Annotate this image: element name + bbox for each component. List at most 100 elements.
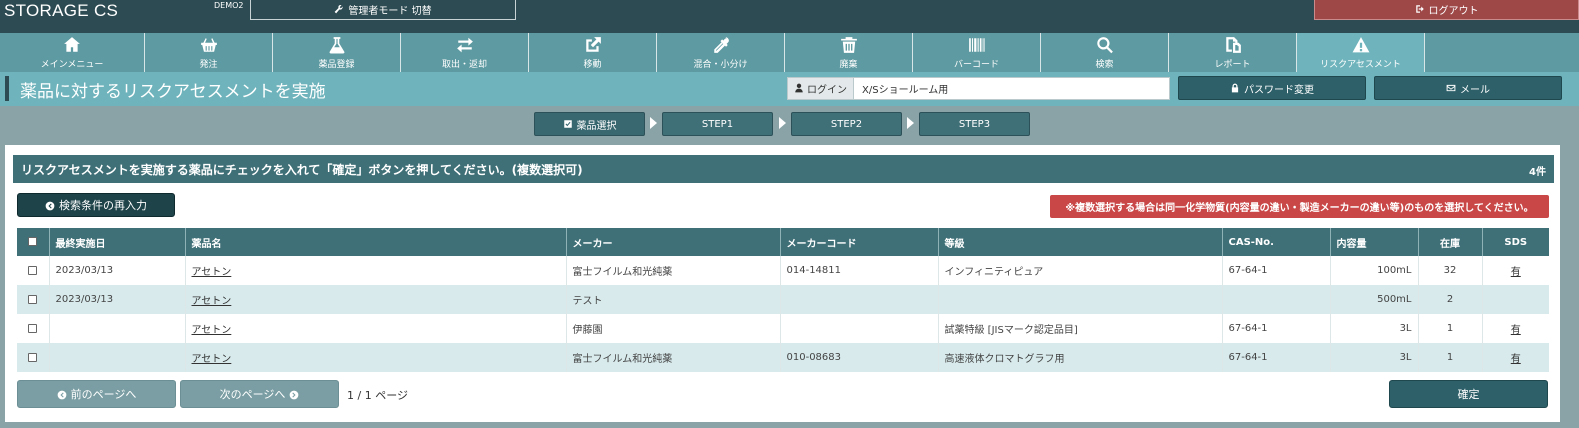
reenter-search-label: 検索条件の再入力 (59, 199, 147, 212)
cell-volume: 3L (1330, 343, 1419, 372)
col-volume[interactable]: 内容量 (1330, 228, 1419, 256)
login-user-value: X/Sショールーム用 (862, 85, 949, 96)
cell-cas (1222, 285, 1331, 314)
cell-cas: 67-64-1 (1222, 343, 1331, 372)
table-header-row: 最終実施日 薬品名 メーカー メーカーコード 等級 CAS-No. 内容量 在庫… (17, 228, 1549, 256)
sign-out-icon (1415, 4, 1425, 15)
cell-grade (938, 285, 1223, 314)
nav-label: レポート (1214, 60, 1251, 70)
nav-label: メインメニュー (40, 60, 104, 70)
login-info: ログイン X/Sショールーム用 (787, 77, 1170, 100)
admin-mode-button[interactable]: 管理者モード 切替 (250, 0, 516, 20)
step-1: STEP1 (662, 112, 773, 136)
wrench-icon (334, 4, 344, 15)
sds-link[interactable]: 有 (1511, 325, 1521, 336)
row-checkbox[interactable] (28, 323, 38, 333)
table-row: アセトン 伊藤園 試薬特級 [JISマーク認定品目] 67-64-1 3L 1 … (17, 314, 1549, 343)
chemical-name-link[interactable]: アセトン (192, 325, 232, 336)
nav-item-dispose[interactable]: 廃棄 (785, 33, 913, 72)
step-arrow-icon (779, 117, 786, 129)
chemical-name-link[interactable]: アセトン (192, 267, 232, 278)
result-count: 4件 (1529, 167, 1546, 178)
check-square-icon (563, 119, 573, 130)
demo-label: DEMO2 (214, 1, 244, 10)
step-chemical-select: 薬品選択 (534, 112, 645, 136)
cell-grade: 試薬特級 [JISマーク認定品目] (938, 314, 1223, 343)
table-row: 2023/03/13 アセトン テスト 500mL 2 (17, 285, 1549, 314)
row-checkbox[interactable] (28, 352, 38, 362)
main-panel: リスクアセスメントを実施する薬品にチェックを入れて「確定」ボタンを押してください… (5, 145, 1560, 422)
col-chemical-name[interactable]: 薬品名 (185, 228, 567, 256)
col-sds[interactable]: SDS (1482, 228, 1549, 256)
select-all-header (17, 228, 50, 256)
login-label: ログイン (788, 78, 854, 99)
nav-label: バーコード (953, 60, 999, 70)
nav-label: 移動 (583, 60, 602, 70)
chemical-name-link[interactable]: アセトン (192, 354, 232, 365)
page-indicator: 1 / 1 ページ (347, 389, 408, 402)
cell-date: 2023/03/13 (49, 285, 186, 314)
nav-item-report[interactable]: レポート (1169, 33, 1297, 72)
reenter-search-button[interactable]: 検索条件の再入力 (17, 193, 175, 217)
step-arrow-icon (650, 117, 657, 129)
select-all-checkbox[interactable] (28, 237, 38, 246)
col-last-date[interactable]: 最終実施日 (49, 228, 186, 256)
mail-label: メール (1460, 84, 1490, 96)
row-checkbox[interactable] (28, 294, 38, 304)
title-bar: 薬品に対するリスクアセスメントを実施 ログイン X/Sショールーム用 パスワード… (0, 72, 1579, 106)
main-nav: メインメニュー 発注 薬品登録 取出・返却 移動 混合・小分け 廃棄 バーコード… (0, 33, 1579, 72)
nav-item-takeout-return[interactable]: 取出・返却 (401, 33, 529, 72)
logout-label: ログアウト (1428, 5, 1479, 17)
mail-button[interactable]: メール (1374, 76, 1562, 100)
search-icon (1096, 35, 1114, 55)
cell-maker: 富士フイルム和光純薬 (566, 256, 781, 285)
nav-item-main-menu[interactable]: メインメニュー (0, 33, 145, 72)
envelope-icon (1446, 83, 1456, 94)
col-maker[interactable]: メーカー (566, 228, 781, 256)
sds-link[interactable]: 有 (1511, 267, 1521, 278)
circle-left-icon (57, 388, 67, 401)
cell-maker-code: 014-14811 (780, 256, 939, 285)
nav-item-search[interactable]: 検索 (1041, 33, 1169, 72)
page-title: 薬品に対するリスクアセスメントを実施 (20, 82, 326, 102)
nav-item-mix-divide[interactable]: 混合・小分け (657, 33, 785, 72)
cell-stock: 2 (1418, 285, 1483, 314)
change-password-button[interactable]: パスワード変更 (1178, 76, 1366, 100)
circle-left-icon (45, 199, 55, 212)
col-maker-code[interactable]: メーカーコード (780, 228, 939, 256)
nav-item-order[interactable]: 発注 (145, 33, 273, 72)
next-page-button[interactable]: 次のページへ (180, 380, 339, 408)
col-grade[interactable]: 等級 (938, 228, 1223, 256)
admin-mode-label: 管理者モード 切替 (348, 5, 432, 17)
nav-item-risk-assessment[interactable]: リスクアセスメント (1297, 33, 1425, 72)
cell-cas: 67-64-1 (1222, 314, 1331, 343)
row-checkbox[interactable] (28, 265, 38, 275)
prev-page-button[interactable]: 前のページへ (17, 380, 176, 408)
col-cas-no[interactable]: CAS-No. (1222, 228, 1331, 256)
cell-date (49, 314, 186, 343)
home-icon (63, 35, 81, 55)
nav-item-chemical-register[interactable]: 薬品登録 (273, 33, 401, 72)
nav-item-barcode[interactable]: バーコード (913, 33, 1041, 72)
cell-date (49, 343, 186, 372)
copy-icon (1224, 35, 1242, 55)
step-2: STEP2 (791, 112, 902, 136)
steps-bar: 薬品選択 STEP1 STEP2 STEP3 (0, 106, 1579, 143)
title-accent (5, 76, 9, 101)
chemical-name-link[interactable]: アセトン (192, 296, 232, 307)
circle-right-icon (289, 388, 299, 401)
nav-label: 薬品登録 (318, 60, 355, 70)
col-stock[interactable]: 在庫 (1418, 228, 1483, 256)
dropper-icon (712, 35, 730, 55)
chemical-table: 最終実施日 薬品名 メーカー メーカーコード 等級 CAS-No. 内容量 在庫… (17, 228, 1549, 372)
user-icon (794, 83, 804, 94)
nav-item-move[interactable]: 移動 (529, 33, 657, 72)
cell-maker-code: 010-08683 (780, 343, 939, 372)
logout-button[interactable]: ログアウト (1314, 0, 1579, 20)
cell-maker: 富士フイルム和光純薬 (566, 343, 781, 372)
table-row: 2023/03/13 アセトン 富士フイルム和光純薬 014-14811 インフ… (17, 256, 1549, 285)
sds-link[interactable]: 有 (1511, 354, 1521, 365)
cell-volume: 100mL (1330, 256, 1419, 285)
cell-maker: 伊藤園 (566, 314, 781, 343)
confirm-button[interactable]: 確定 (1389, 380, 1548, 408)
